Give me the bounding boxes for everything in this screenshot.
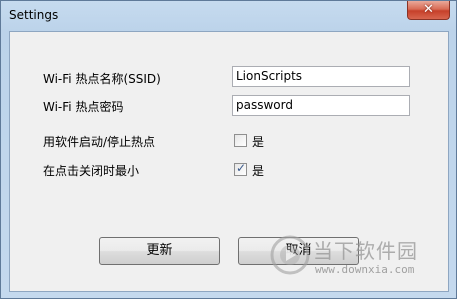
- watermark: 当下软件园 www.downxia.com: [269, 233, 439, 283]
- watermark-text: 当下软件园: [313, 239, 418, 263]
- window-title: Settings: [9, 8, 59, 22]
- checkmark-icon: ✓: [236, 161, 247, 175]
- minimize-label: 在点击关闭时最小: [43, 164, 140, 178]
- settings-window: Settings ✕ Wi-Fi 热点名称(SSID) LionScripts …: [0, 0, 457, 299]
- watermark-url: www.downxia.com: [315, 263, 415, 276]
- update-button[interactable]: 更新: [99, 237, 220, 265]
- minimize-checkbox[interactable]: ✓: [234, 161, 247, 176]
- ssid-input[interactable]: LionScripts: [232, 66, 410, 87]
- autostart-checkbox[interactable]: [234, 134, 247, 147]
- close-button[interactable]: ✕: [407, 1, 450, 20]
- ssid-label: Wi-Fi 热点名称(SSID): [43, 72, 161, 86]
- autostart-label: 用软件启动/停止热点: [43, 135, 156, 149]
- autostart-yes-text: 是: [252, 135, 265, 149]
- password-input[interactable]: password: [232, 95, 410, 116]
- watermark-logo-icon: [270, 235, 310, 275]
- close-icon: ✕: [423, 2, 434, 17]
- minimize-yes-text: 是: [252, 164, 265, 178]
- password-label: Wi-Fi 热点密码: [43, 100, 124, 114]
